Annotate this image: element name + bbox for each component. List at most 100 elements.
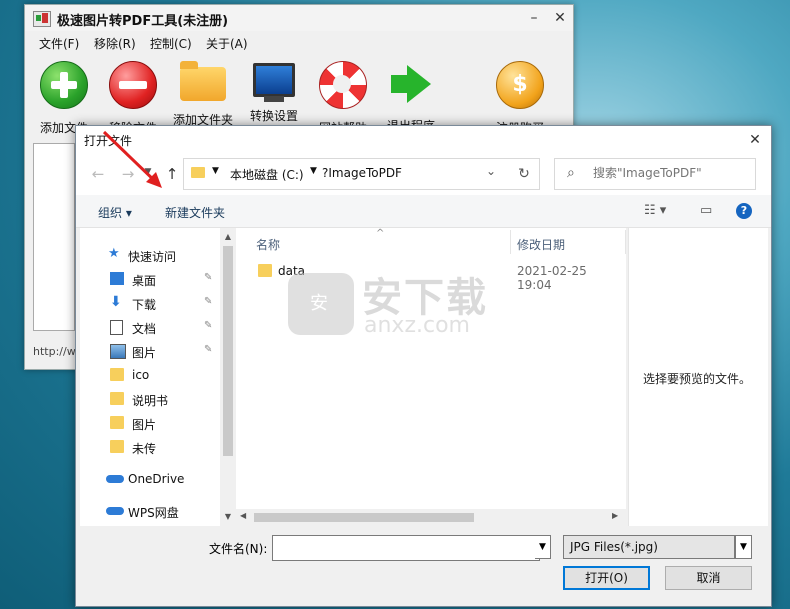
nav-label: 文档 xyxy=(132,322,157,336)
filetype-value: JPG Files(*.jpg) xyxy=(570,540,658,554)
folder-icon xyxy=(180,61,226,101)
scroll-thumb[interactable] xyxy=(223,246,233,456)
menu-file[interactable]: 文件(F) xyxy=(39,35,79,52)
exit-program-button[interactable]: 退出程序 xyxy=(376,57,446,134)
annotation-arrow-icon xyxy=(102,130,162,188)
breadcrumb-chevron-icon[interactable]: ▼ xyxy=(212,166,219,176)
dialog-close-button[interactable]: ✕ xyxy=(746,131,764,149)
scroll-thumb[interactable] xyxy=(254,513,474,522)
nav-pictures[interactable]: 图片 ✎ xyxy=(80,340,220,362)
scroll-up-icon[interactable]: ▲ xyxy=(222,232,234,241)
nav-label: WPS网盘 xyxy=(128,506,179,520)
nav-label: 桌面 xyxy=(132,274,157,288)
breadcrumb-drive[interactable]: 本地磁盘 (C:) xyxy=(230,166,304,183)
command-bar: 组织 ▾ 新建文件夹 ☷ ▾ ▭ ? xyxy=(76,195,771,228)
organize-button[interactable]: 组织 ▾ xyxy=(98,204,132,221)
search-icon: ⌕ xyxy=(567,165,575,181)
preview-message: 选择要预览的文件。 xyxy=(643,372,752,386)
scroll-left-icon[interactable]: ◀ xyxy=(240,511,246,520)
open-button[interactable]: 打开(O) xyxy=(563,566,650,590)
menu-bar: 文件(F) 移除(R) 控制(C) 关于(A) xyxy=(25,33,573,53)
watermark: 安 安下载 anxz.com xyxy=(288,265,498,345)
nav-label: 下载 xyxy=(132,298,157,312)
nav-label: OneDrive xyxy=(128,472,185,486)
pictures-icon xyxy=(110,344,126,359)
filename-input[interactable] xyxy=(272,535,540,561)
filetype-dropdown-icon[interactable]: ▼ xyxy=(735,535,752,559)
folder-icon xyxy=(258,264,272,277)
search-box[interactable]: ⌕ xyxy=(554,158,756,190)
download-icon: ⬇ xyxy=(110,294,122,310)
pin-icon: ✎ xyxy=(204,296,213,307)
folder-icon xyxy=(110,392,124,405)
breadcrumb-chevron-icon[interactable]: ▼ xyxy=(310,166,317,176)
filename-dropdown-icon[interactable]: ▼ xyxy=(535,535,551,559)
nav-label: 快速访问 xyxy=(128,250,177,264)
folder-icon xyxy=(110,368,124,381)
scroll-down-icon[interactable]: ▼ xyxy=(222,512,234,521)
exit-arrow-icon xyxy=(391,61,431,107)
close-button[interactable]: ✕ xyxy=(551,9,569,27)
desktop-icon xyxy=(110,272,124,285)
file-list[interactable] xyxy=(33,143,75,331)
address-bar[interactable]: ▼ 本地磁盘 (C:) ▼ ?ImageToPDF ⌄ xyxy=(183,158,512,190)
document-icon xyxy=(110,320,123,335)
convert-settings-label: 转换设置 xyxy=(249,109,298,123)
nav-scrollbar[interactable]: ▲ ▼ xyxy=(220,228,236,526)
dialog-titlebar: 打开文件 ✕ xyxy=(76,126,771,153)
nav-folder-ico[interactable]: ico xyxy=(80,364,220,386)
nav-folder-unsent[interactable]: 未传 xyxy=(80,436,220,458)
star-icon: ★ xyxy=(108,246,120,261)
app-titlebar: 极速图片转PDF工具(未注册) – ✕ xyxy=(25,5,573,31)
view-options-button[interactable]: ☷ ▾ xyxy=(644,203,666,218)
nav-folder-pictures[interactable]: 图片 xyxy=(80,412,220,434)
nav-quick-access[interactable]: ★ 快速访问 xyxy=(80,244,220,266)
address-dropdown-icon[interactable]: ⌄ xyxy=(486,164,496,178)
lifebuoy-icon xyxy=(319,61,367,109)
scroll-right-icon[interactable]: ▶ xyxy=(612,511,618,520)
column-divider[interactable] xyxy=(625,230,626,254)
nav-wps-drive[interactable]: WPS网盘 xyxy=(80,500,220,522)
sort-ascending-icon: ^ xyxy=(376,228,385,239)
nav-downloads[interactable]: ⬇ 下载 ✎ xyxy=(80,292,220,314)
preview-pane: 选择要预览的文件。 xyxy=(628,228,768,526)
file-modified: 2021-02-25 19:04 xyxy=(517,264,587,292)
cloud-icon xyxy=(106,507,124,515)
app-logo-icon xyxy=(33,11,51,27)
nav-onedrive[interactable]: OneDrive xyxy=(80,468,220,490)
watermark-badge: 安 xyxy=(310,293,328,314)
convert-settings-button[interactable]: 转换设置 xyxy=(239,57,309,124)
refresh-button[interactable]: ↻ xyxy=(509,158,540,190)
preview-pane-button[interactable]: ▭ xyxy=(700,203,712,218)
add-folder-button[interactable]: 添加文件夹 xyxy=(168,57,238,128)
breadcrumb-folder[interactable]: ?ImageToPDF xyxy=(322,166,402,180)
file-list-hscrollbar[interactable]: ◀ ▶ xyxy=(236,509,626,526)
monitor-icon xyxy=(253,63,295,102)
new-folder-button[interactable]: 新建文件夹 xyxy=(165,204,225,221)
nav-folder-manual[interactable]: 说明书 xyxy=(80,388,220,410)
menu-about[interactable]: 关于(A) xyxy=(206,35,248,52)
pin-icon: ✎ xyxy=(204,320,213,331)
app-title: 极速图片转PDF工具(未注册) xyxy=(57,14,229,29)
minimize-button[interactable]: – xyxy=(525,9,543,27)
remove-icon xyxy=(109,61,157,109)
nav-label: 图片 xyxy=(132,346,157,360)
dollar-icon: $ xyxy=(496,61,544,109)
nav-desktop[interactable]: 桌面 ✎ xyxy=(80,268,220,290)
menu-control[interactable]: 控制(C) xyxy=(150,35,192,52)
status-text: http://w xyxy=(33,345,76,358)
column-divider[interactable] xyxy=(510,230,511,254)
filetype-select[interactable]: JPG Files(*.jpg) xyxy=(563,535,735,559)
watermark-domain: anxz.com xyxy=(364,313,470,338)
nav-label: 说明书 xyxy=(132,394,169,408)
cloud-icon xyxy=(106,475,124,483)
nav-documents[interactable]: 文档 ✎ xyxy=(80,316,220,338)
cancel-button[interactable]: 取消 xyxy=(665,566,752,590)
help-icon[interactable]: ? xyxy=(736,203,752,219)
nav-label: 图片 xyxy=(132,418,157,432)
pin-icon: ✎ xyxy=(204,344,213,355)
pin-icon: ✎ xyxy=(204,272,213,283)
search-input[interactable] xyxy=(591,165,750,181)
folder-icon xyxy=(110,416,124,429)
menu-remove[interactable]: 移除(R) xyxy=(94,35,136,52)
